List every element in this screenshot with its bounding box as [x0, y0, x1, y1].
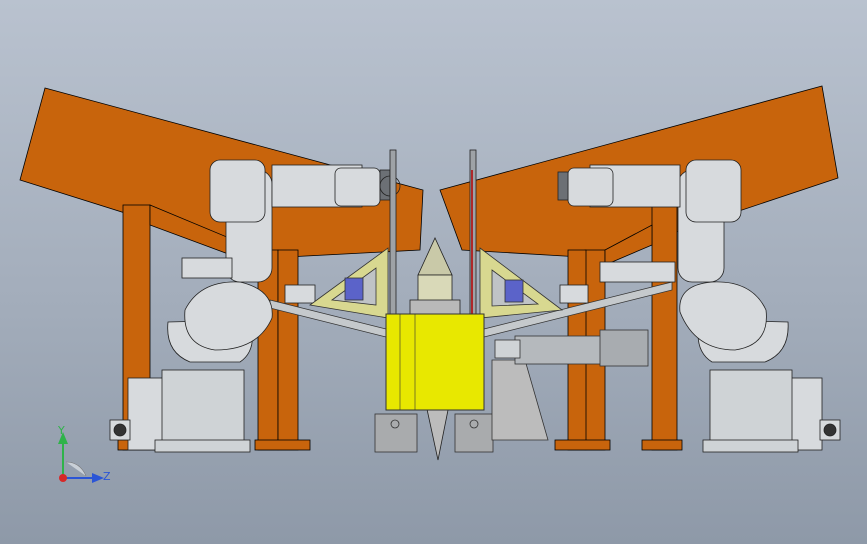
left-triangle-fixture [308, 247, 389, 319]
triad-z-label: Z [103, 470, 111, 483]
assembly-drawing: Y Z [19, 85, 841, 483]
right-triangle-fixture [479, 247, 564, 319]
cad-viewport[interactable]: Y Z [0, 0, 867, 544]
coordinate-triad: Y Z [57, 424, 111, 483]
yellow-box [385, 313, 485, 411]
triad-y-label: Y [57, 424, 65, 437]
